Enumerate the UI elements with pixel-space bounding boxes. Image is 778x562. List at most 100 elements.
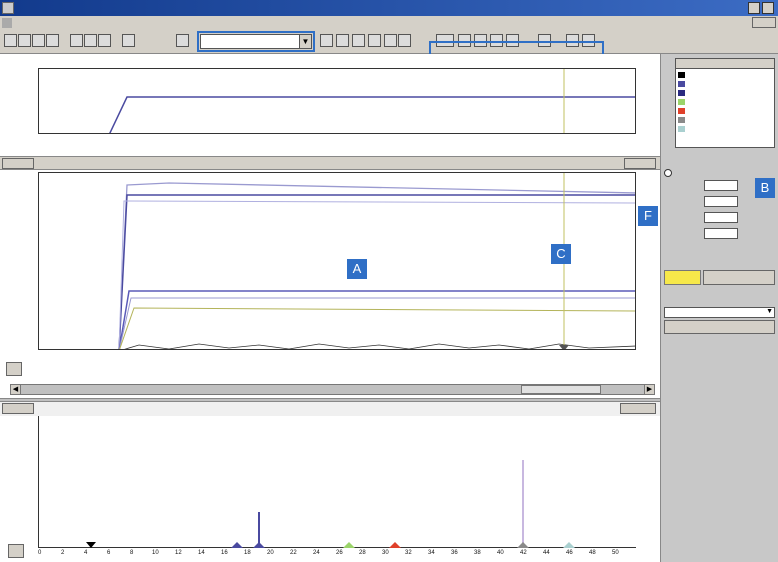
print-icon[interactable] [46, 34, 59, 47]
app-icon [2, 2, 14, 14]
chevron-down-icon[interactable]: ▼ [299, 35, 311, 48]
list-icon[interactable] [320, 34, 333, 47]
freeze-screen-button[interactable] [664, 270, 701, 285]
list-item[interactable] [678, 125, 772, 133]
spectrum-header [0, 402, 660, 416]
tool-icon[interactable] [398, 34, 411, 47]
pressure-trace-svg [109, 69, 635, 133]
spectrum-x-tick: 22 [290, 550, 297, 556]
spectrum-x-tick: 18 [244, 550, 251, 556]
new-icon[interactable] [4, 34, 17, 47]
callout-c: C [551, 244, 571, 264]
spectrum-x-tick: 36 [451, 550, 458, 556]
swatch [678, 117, 685, 123]
swatch [678, 90, 685, 96]
spectrum-toggle-button[interactable] [8, 544, 24, 558]
spectrum-x-tick: 16 [221, 550, 228, 556]
mass-spectrum-plot[interactable] [38, 416, 636, 548]
linear-scale-button[interactable] [620, 403, 656, 414]
toolbar [0, 30, 778, 54]
callout-f: F [638, 206, 658, 226]
spectrum-x-tick: 0 [38, 550, 42, 556]
selected-peaks-radio[interactable] [664, 169, 672, 177]
callout-b: B [755, 178, 775, 198]
help-icon[interactable] [122, 34, 135, 47]
tool-icon[interactable] [384, 34, 397, 47]
swatch [678, 99, 685, 105]
title-bar [0, 0, 778, 16]
menu-bar [0, 16, 778, 30]
tool-icon[interactable] [368, 34, 381, 47]
mode-select[interactable]: ▼ [664, 307, 775, 318]
save-icon[interactable] [32, 34, 45, 47]
tool-icon[interactable] [84, 34, 97, 47]
horizontal-scrollbar[interactable]: ◀ ▶ [10, 384, 655, 395]
spectrum-x-tick: 44 [543, 550, 550, 556]
amps-button[interactable] [2, 158, 34, 169]
spectrum-x-tick: 6 [107, 550, 111, 556]
scale-bar [0, 156, 660, 170]
spectrum-x-tick: 8 [130, 550, 134, 556]
swatch [678, 72, 685, 78]
folder-icon[interactable] [176, 34, 189, 47]
panel-toggle-button[interactable] [6, 362, 22, 376]
legend-header [676, 59, 774, 69]
scan-select[interactable]: ▼ [200, 34, 312, 49]
spectrum-x-tick: 40 [497, 550, 504, 556]
list-item[interactable] [678, 80, 772, 88]
spectrum-x-tick: 26 [336, 550, 343, 556]
legend-rows [678, 71, 772, 146]
swatch [678, 108, 685, 114]
spectrum-x-tick: 24 [313, 550, 320, 556]
scroll-right-icon[interactable]: ▶ [644, 385, 654, 394]
ion-current-plot[interactable] [38, 172, 636, 350]
spectrum-x-tick: 30 [382, 550, 389, 556]
minimize-button[interactable] [748, 2, 760, 14]
spectrum-x-tick: 50 [612, 550, 619, 556]
dwell-field[interactable] [704, 180, 738, 191]
spectrum-x-tick: 42 [520, 550, 527, 556]
spectrum-x-tick: 34 [428, 550, 435, 556]
spectrum-x-tick: 14 [198, 550, 205, 556]
swatch [678, 81, 685, 87]
chart-icon[interactable] [352, 34, 365, 47]
spectrum-x-tick: 4 [84, 550, 88, 556]
spectrum-x-tick: 32 [405, 550, 412, 556]
document-icon [2, 18, 12, 28]
spectrum-x-tick: 2 [61, 550, 65, 556]
plot-area: ◀ ▶ 0 2 4 6 8 10 12 14 16 18 20 22 24 26… [0, 54, 660, 562]
spectrum-x-tick: 48 [589, 550, 596, 556]
pressure-trace-plot[interactable] [38, 68, 636, 134]
chevron-down-icon[interactable]: ▼ [766, 308, 773, 315]
spectrum-x-axis: 0 2 4 6 8 10 12 14 16 18 20 22 24 26 28 … [38, 550, 636, 560]
list-item[interactable] [678, 107, 772, 115]
list-item[interactable] [678, 98, 772, 106]
log-scale-button[interactable] [624, 158, 656, 169]
spectrum-x-tick: 20 [267, 550, 274, 556]
pts-per-amu-field[interactable] [704, 196, 738, 207]
max-amu-field[interactable] [704, 228, 738, 239]
spectrum-x-tick: 46 [566, 550, 573, 556]
spectrum-x-tick: 10 [152, 550, 159, 556]
tool-icon[interactable] [98, 34, 111, 47]
list-item[interactable] [678, 71, 772, 79]
list-item[interactable] [678, 116, 772, 124]
spectrum-amps-button[interactable] [2, 403, 34, 414]
list-item[interactable] [678, 89, 772, 97]
callout-a: A [347, 259, 367, 279]
scroll-left-icon[interactable]: ◀ [11, 385, 21, 394]
close-button[interactable] [762, 2, 774, 14]
tool-icon[interactable] [70, 34, 83, 47]
open-icon[interactable] [18, 34, 31, 47]
spectrum-x-tick: 38 [474, 550, 481, 556]
scroll-thumb[interactable] [521, 385, 601, 394]
tool-icon[interactable] [336, 34, 349, 47]
ion-current-svg [118, 173, 635, 349]
mdi-window-controls[interactable] [752, 17, 776, 28]
save-changes-button[interactable] [703, 270, 775, 285]
stop-button[interactable] [664, 320, 775, 334]
channel-legend-table[interactable] [675, 58, 775, 148]
spectrum-x-tick: 28 [359, 550, 366, 556]
swatch [678, 126, 685, 132]
min-amu-field[interactable] [704, 212, 738, 223]
